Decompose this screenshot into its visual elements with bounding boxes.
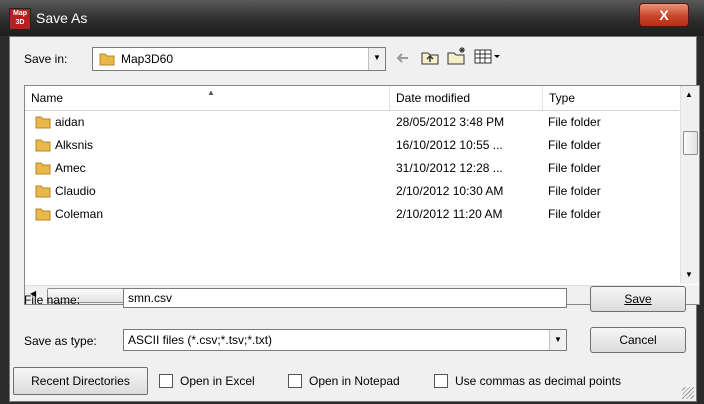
map3d-app-icon: Map 3D bbox=[9, 8, 31, 30]
list-item[interactable]: Alksnis 16/10/2012 10:55 ... File folder bbox=[25, 134, 679, 157]
recent-directories-button[interactable]: Recent Directories bbox=[13, 367, 148, 395]
save-as-type-value: ASCII files (*.csv;*.tsv;*.txt) bbox=[128, 333, 273, 347]
item-type: File folder bbox=[548, 115, 601, 129]
item-name: Alksnis bbox=[55, 138, 94, 152]
item-date: 2/10/2012 10:30 AM bbox=[396, 184, 504, 198]
open-in-excel-checkbox[interactable] bbox=[159, 374, 173, 388]
column-header-type[interactable]: Type bbox=[543, 86, 679, 110]
item-type: File folder bbox=[548, 138, 601, 152]
file-list[interactable]: Name ▲ Date modified Type aidan 28/05/20… bbox=[24, 85, 700, 305]
recent-directories-label: Recent Directories bbox=[31, 374, 130, 388]
list-item[interactable]: Amec 31/10/2012 12:28 ... File folder bbox=[25, 157, 679, 180]
item-name: Coleman bbox=[55, 207, 104, 221]
title-bar[interactable]: Map 3D Save As X bbox=[0, 0, 704, 36]
folder-icon bbox=[35, 139, 51, 152]
item-name: aidan bbox=[55, 115, 85, 129]
item-date: 16/10/2012 10:55 ... bbox=[396, 138, 503, 152]
item-name: Claudio bbox=[55, 184, 96, 198]
new-folder-icon[interactable] bbox=[446, 46, 468, 66]
save-in-combo[interactable]: Map3D60 ▼ bbox=[92, 47, 386, 71]
list-item[interactable]: Claudio 2/10/2012 10:30 AM File folder bbox=[25, 180, 679, 203]
column-type-label: Type bbox=[549, 91, 576, 105]
folder-icon bbox=[35, 208, 51, 221]
use-commas-label: Use commas as decimal points bbox=[455, 374, 622, 388]
folder-icon bbox=[99, 53, 115, 66]
column-name-label: Name bbox=[31, 91, 64, 105]
file-name-label: File name: bbox=[24, 293, 81, 307]
save-as-dialog: Map 3D Save As X Save in: Map3D60 ▼ Name… bbox=[0, 0, 704, 404]
column-header-date[interactable]: Date modified bbox=[390, 86, 543, 110]
back-arrow-icon[interactable] bbox=[394, 49, 412, 67]
item-type: File folder bbox=[548, 184, 601, 198]
close-button[interactable]: X bbox=[639, 3, 689, 27]
item-date: 31/10/2012 12:28 ... bbox=[396, 161, 503, 175]
folder-icon bbox=[35, 116, 51, 129]
cancel-button[interactable]: Cancel bbox=[590, 327, 686, 353]
item-name: Amec bbox=[55, 161, 86, 175]
open-in-notepad-label: Open in Notepad bbox=[309, 374, 400, 388]
vertical-scrollbar[interactable]: ▲ ▼ bbox=[680, 86, 699, 284]
column-header-name[interactable]: Name ▲ bbox=[25, 86, 390, 110]
save-button-label: Save bbox=[624, 292, 652, 306]
resize-grip[interactable] bbox=[682, 387, 694, 399]
save-in-label: Save in: bbox=[24, 52, 68, 66]
open-in-excel-label: Open in Excel bbox=[180, 374, 255, 388]
dialog-client-area: Save in: Map3D60 ▼ Name ▲ Date modified … bbox=[9, 36, 700, 402]
list-header: Name ▲ Date modified Type bbox=[25, 86, 679, 111]
save-as-type-combo[interactable]: ASCII files (*.csv;*.tsv;*.txt) ▼ bbox=[123, 329, 567, 351]
open-in-notepad-checkbox[interactable] bbox=[288, 374, 302, 388]
item-type: File folder bbox=[548, 207, 601, 221]
item-type: File folder bbox=[548, 161, 601, 175]
list-item[interactable]: aidan 28/05/2012 3:48 PM File folder bbox=[25, 111, 679, 134]
folder-icon bbox=[35, 162, 51, 175]
vertical-scroll-thumb[interactable] bbox=[683, 131, 698, 155]
save-in-location: Map3D60 bbox=[121, 52, 174, 66]
save-as-type-label: Save as type: bbox=[24, 334, 97, 348]
scroll-up-icon[interactable]: ▲ bbox=[685, 90, 693, 99]
view-menu-icon[interactable] bbox=[474, 48, 504, 66]
folder-icon bbox=[35, 185, 51, 198]
cancel-button-label: Cancel bbox=[619, 333, 657, 347]
up-folder-icon[interactable] bbox=[420, 48, 440, 66]
save-as-type-dropdown-arrow[interactable]: ▼ bbox=[549, 330, 566, 350]
file-name-input[interactable] bbox=[123, 288, 567, 308]
list-item[interactable]: Coleman 2/10/2012 11:20 AM File folder bbox=[25, 203, 679, 226]
column-date-label: Date modified bbox=[396, 91, 471, 105]
save-button[interactable]: Save bbox=[590, 286, 686, 312]
sort-up-icon: ▲ bbox=[207, 88, 215, 97]
scroll-down-icon[interactable]: ▼ bbox=[685, 270, 693, 279]
save-in-dropdown-arrow[interactable]: ▼ bbox=[368, 48, 385, 70]
use-commas-checkbox[interactable] bbox=[434, 374, 448, 388]
item-date: 28/05/2012 3:48 PM bbox=[396, 115, 505, 129]
window-title: Save As bbox=[36, 10, 88, 26]
item-date: 2/10/2012 11:20 AM bbox=[396, 207, 503, 221]
